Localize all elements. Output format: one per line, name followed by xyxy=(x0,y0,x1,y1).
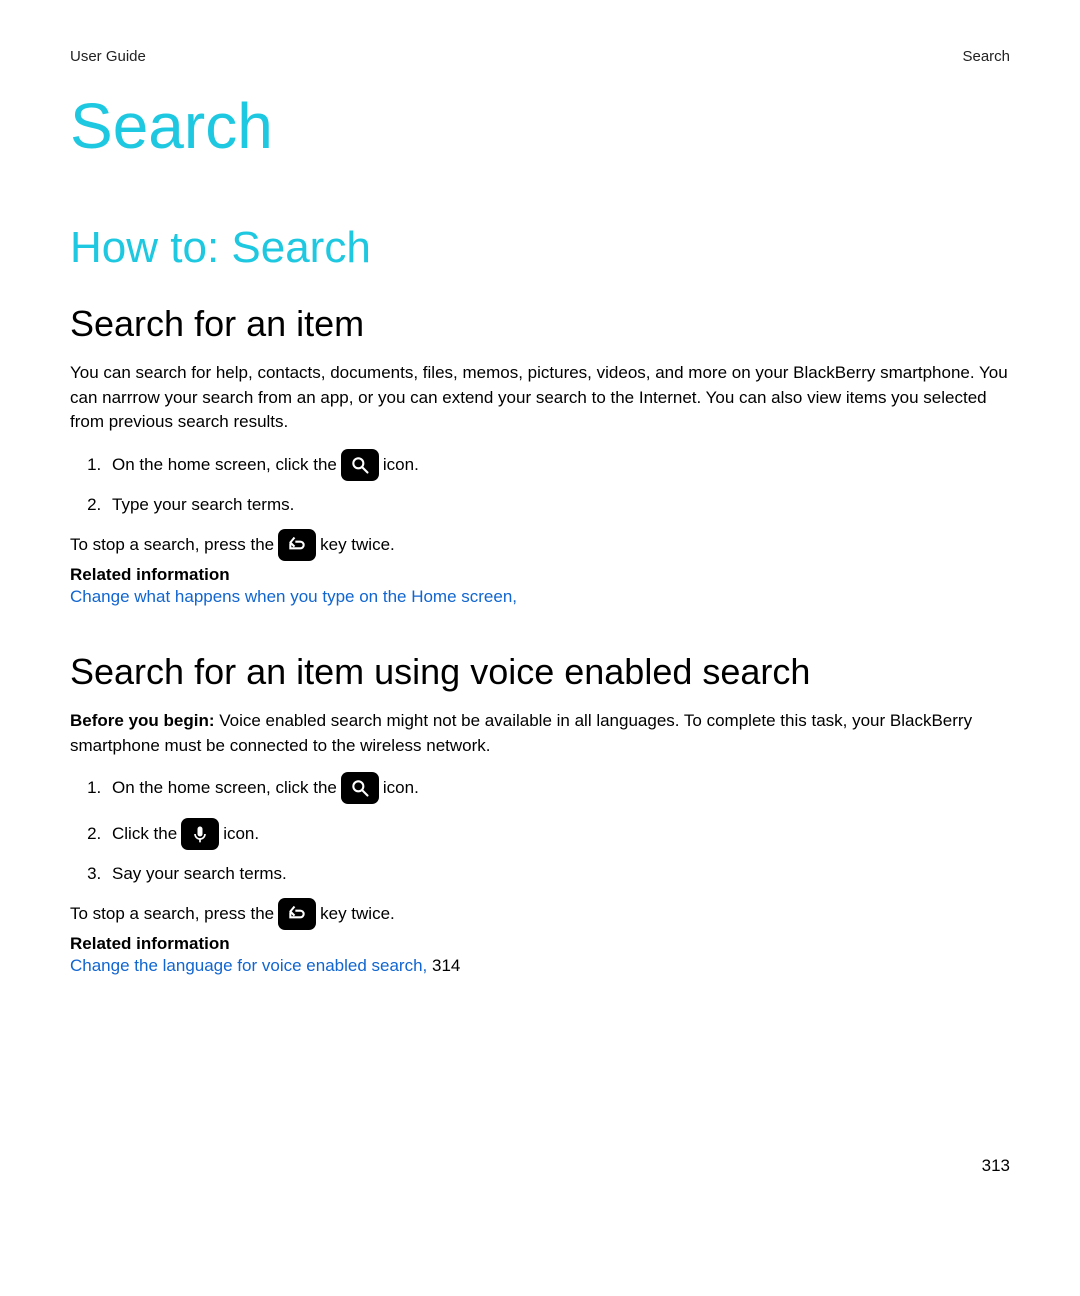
stop-text: To stop a search, press the xyxy=(70,904,274,924)
step-text: icon. xyxy=(383,778,419,798)
page-header: User Guide Search xyxy=(70,48,1010,65)
related-link-page: 314 xyxy=(427,956,460,975)
steps-list-2: On the home screen, click the icon. Clic… xyxy=(70,772,1010,884)
related-link-text[interactable]: Change what happens when you type on the… xyxy=(70,587,517,606)
microphone-icon xyxy=(181,818,219,850)
intro-paragraph: You can search for help, contacts, docum… xyxy=(70,361,1010,435)
stop-text: key twice. xyxy=(320,904,395,924)
step-text: On the home screen, click the xyxy=(112,455,337,475)
step-text: Click the xyxy=(112,824,177,844)
related-link-text[interactable]: Change the language for voice enabled se… xyxy=(70,956,427,975)
search-icon xyxy=(341,449,379,481)
document-page: User Guide Search Search How to: Search … xyxy=(0,0,1080,1216)
step-text: On the home screen, click the xyxy=(112,778,337,798)
step-item: Click the icon. xyxy=(106,818,1010,850)
step-item: On the home screen, click the icon. xyxy=(106,772,1010,804)
page-title: Search xyxy=(70,89,1010,163)
back-key-icon xyxy=(278,529,316,561)
related-info-label: Related information xyxy=(70,565,1010,585)
step-item: Type your search terms. xyxy=(106,495,1010,515)
stop-text: key twice. xyxy=(320,535,395,555)
related-info-label: Related information xyxy=(70,934,1010,954)
step-text: icon. xyxy=(223,824,259,844)
stop-search-line: To stop a search, press the key twice. xyxy=(70,898,1010,930)
stop-text: To stop a search, press the xyxy=(70,535,274,555)
step-text: Say your search terms. xyxy=(112,864,287,883)
subsection-heading-search-item: Search for an item xyxy=(70,303,1010,345)
step-item: On the home screen, click the icon. xyxy=(106,449,1010,481)
page-number: 313 xyxy=(70,1156,1010,1176)
search-icon xyxy=(341,772,379,804)
step-item: Say your search terms. xyxy=(106,864,1010,884)
step-text: icon. xyxy=(383,455,419,475)
before-begin-paragraph: Before you begin: Voice enabled search m… xyxy=(70,709,1010,758)
related-link[interactable]: Change what happens when you type on the… xyxy=(70,587,1010,607)
subsection-heading-voice-search: Search for an item using voice enabled s… xyxy=(70,651,1010,693)
stop-search-line: To stop a search, press the key twice. xyxy=(70,529,1010,561)
section-heading-howto: How to: Search xyxy=(70,223,1010,273)
step-text: Type your search terms. xyxy=(112,495,294,514)
related-link-row: Change the language for voice enabled se… xyxy=(70,956,1010,976)
header-left: User Guide xyxy=(70,48,146,65)
before-begin-label: Before you begin: xyxy=(70,711,215,730)
steps-list-1: On the home screen, click the icon. Type… xyxy=(70,449,1010,515)
back-key-icon xyxy=(278,898,316,930)
header-right: Search xyxy=(962,48,1010,65)
